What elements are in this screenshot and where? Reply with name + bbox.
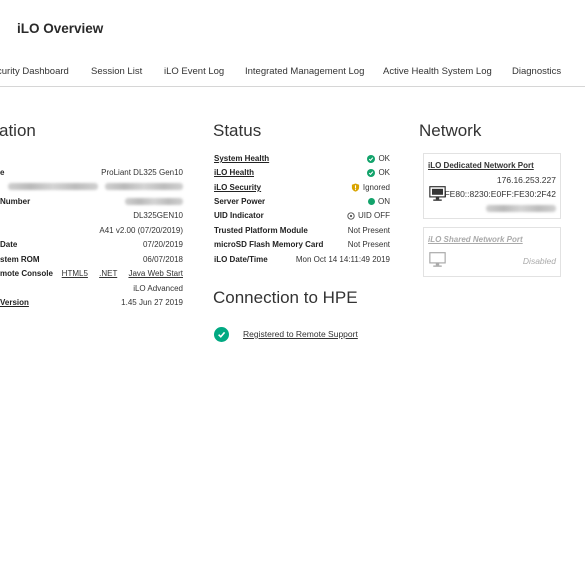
redacted-value — [105, 182, 183, 191]
tab-bar: curity Dashboard Session List iLO Event … — [0, 57, 585, 87]
info-row-ilo-firmware-version: Version 1.45 Jun 27 2019 — [0, 298, 190, 312]
ipv6-address: FE80::8230:E0FF:FE30:2F42 — [444, 189, 556, 199]
info-label: e — [0, 168, 5, 177]
remote-console-links: HTML5 .NET Java Web Start — [53, 269, 183, 278]
firmware-version-link[interactable]: Version — [0, 298, 29, 307]
tab-active-health-system-log[interactable]: Active Health System Log — [383, 66, 492, 77]
status-section-title: Status — [213, 121, 262, 140]
info-value: A41 v2.00 (07/20/2019) — [99, 226, 183, 235]
info-row-system-rom: A41 v2.00 (07/20/2019) — [0, 226, 190, 240]
status-label: iLO Date/Time — [214, 255, 268, 264]
status-text: Not Present — [347, 240, 390, 249]
shared-port-link[interactable]: iLO Shared Network Port — [428, 235, 523, 244]
status-row-tpm: Trusted Platform Module Not Present — [214, 226, 390, 240]
connection-status: Registered to Remote Support — [214, 325, 358, 343]
check-circle-icon — [214, 326, 229, 342]
status-row-ilo-datetime: iLO Date/Time Mon Oct 14 14:11:49 2019 — [214, 255, 390, 269]
info-row-product-name: e ProLiant DL325 Gen10 — [0, 168, 190, 182]
info-label: mote Console — [0, 269, 53, 278]
status-label: Server Power — [214, 197, 266, 206]
tab-integrated-management-log[interactable]: Integrated Management Log — [245, 66, 364, 77]
tab-diagnostics[interactable]: Diagnostics — [512, 66, 561, 77]
info-value: ProLiant DL325 Gen10 — [101, 168, 183, 177]
info-row-backup-system-rom: stem ROM 06/07/2018 — [0, 255, 190, 269]
page-title: iLO Overview — [17, 21, 104, 36]
status-label: Trusted Platform Module — [214, 226, 308, 235]
tab-security-dashboard[interactable]: curity Dashboard — [0, 66, 69, 77]
status-text: UID OFF — [358, 211, 390, 220]
shared-network-port-card[interactable]: iLO Shared Network Port Disabled — [423, 227, 561, 277]
network-port-disabled-icon — [429, 252, 446, 267]
status-row-ilo-security: iLO Security Ignored — [214, 183, 390, 197]
info-row-system-rom-date: Date 07/20/2019 — [0, 240, 190, 254]
network-port-icon — [429, 186, 446, 201]
status-row-system-health: System Health OK — [214, 154, 390, 168]
remote-support-link[interactable]: Registered to Remote Support — [243, 329, 358, 339]
info-label: Date — [0, 240, 18, 249]
status-text: Not Present — [347, 226, 390, 235]
uid-icon — [347, 211, 355, 220]
status-label: UID Indicator — [214, 211, 264, 220]
status-label: microSD Flash Memory Card — [214, 240, 324, 249]
redacted-label — [8, 182, 98, 191]
network-section-title: Network — [419, 121, 482, 140]
status-value: OK — [367, 168, 390, 177]
status-text: OK — [378, 154, 390, 163]
status-text: Mon Oct 14 14:11:49 2019 — [295, 255, 390, 264]
info-row-serial-number: Number — [0, 197, 190, 211]
ok-icon — [367, 154, 376, 163]
power-on-icon — [368, 198, 375, 205]
dotnet-console-link[interactable]: .NET — [99, 269, 117, 278]
info-row-redacted — [0, 182, 190, 196]
system-health-link[interactable]: System Health — [214, 154, 269, 163]
status-text: OK — [378, 168, 390, 177]
info-value: 07/20/2019 — [142, 240, 183, 249]
ipv4-address: 176.16.253.227 — [496, 175, 556, 185]
java-web-start-link[interactable]: Java Web Start — [128, 269, 183, 278]
info-value: 06/07/2018 — [142, 255, 183, 264]
redacted-address — [486, 203, 556, 213]
info-row-product-id: DL325GEN10 — [0, 211, 190, 225]
info-value: iLO Advanced — [133, 284, 183, 293]
tab-session-list[interactable]: Session List — [91, 66, 142, 77]
status-text: Ignored — [362, 183, 390, 192]
status-row-uid-indicator: UID Indicator UID OFF — [214, 211, 390, 225]
html5-console-link[interactable]: HTML5 — [62, 269, 88, 278]
dedicated-network-port-card[interactable]: iLO Dedicated Network Port 176.16.253.22… — [423, 153, 561, 219]
info-value: 1.45 Jun 27 2019 — [121, 298, 183, 307]
info-label: Number — [0, 197, 31, 206]
status-row-ilo-health: iLO Health OK — [214, 168, 390, 182]
information-section-title: ation — [0, 121, 36, 140]
dedicated-port-link[interactable]: iLO Dedicated Network Port — [428, 161, 534, 170]
shared-port-state: Disabled — [522, 256, 556, 266]
status-value: ON — [368, 197, 390, 206]
status-row-server-power: Server Power ON — [214, 197, 390, 211]
status-value: Ignored — [351, 183, 390, 192]
ilo-security-link[interactable]: iLO Security — [214, 183, 261, 192]
info-label: stem ROM — [0, 255, 40, 264]
tab-ilo-event-log[interactable]: iLO Event Log — [164, 66, 224, 77]
status-text: ON — [378, 197, 390, 206]
page-header: iLO Overview — [0, 0, 585, 57]
status-value[interactable]: UID OFF — [347, 211, 390, 220]
ilo-health-link[interactable]: iLO Health — [214, 168, 254, 177]
connection-section-title: Connection to HPE — [213, 288, 358, 307]
ok-icon — [367, 168, 376, 177]
status-row-microsd: microSD Flash Memory Card Not Present — [214, 240, 390, 254]
status-value: OK — [367, 154, 390, 163]
info-value: DL325GEN10 — [133, 211, 183, 220]
serial-number-value — [125, 197, 183, 206]
info-row-license-type: iLO Advanced — [0, 284, 190, 298]
info-row-remote-console: mote Console HTML5 .NET Java Web Start — [0, 269, 190, 283]
shield-warning-icon — [351, 183, 359, 192]
